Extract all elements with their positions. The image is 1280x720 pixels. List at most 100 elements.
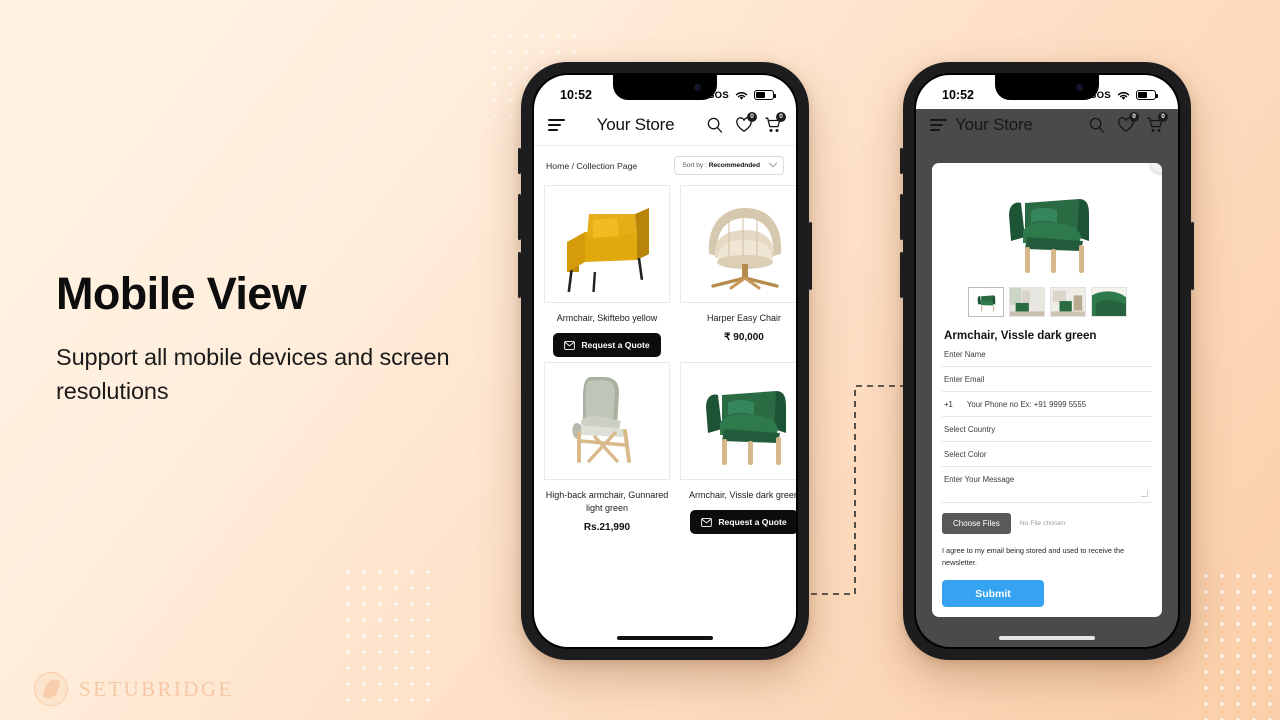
hamburger-icon[interactable] (548, 118, 565, 132)
phone-quote-modal: 10:52 SOS Your Store 0 0 Armchair, Vissl… (900, 62, 1194, 660)
product-card[interactable]: Harper Easy Chair ₹ 90,000 (680, 185, 796, 357)
wishlist-heart-icon[interactable]: 0 (1117, 112, 1139, 134)
dot-grid-bottom-left (338, 562, 438, 710)
wifi-icon (735, 91, 748, 100)
setubridge-watermark: SETUBRIDGE (34, 672, 234, 706)
thumbnail-3[interactable] (1049, 287, 1086, 317)
country-select[interactable]: Select Country (942, 417, 1152, 442)
product-image (544, 185, 670, 303)
file-upload-row: Choose Files No File chosen (942, 513, 1152, 534)
breadcrumb[interactable]: Home / Collection Page (546, 161, 637, 171)
setubridge-wordmark: SETUBRIDGE (79, 676, 234, 701)
country-code: +1 (944, 400, 953, 409)
phone2-screen: 10:52 SOS Your Store 0 0 Armchair, Vissl… (916, 75, 1178, 647)
product-card[interactable]: High-back armchair, Gunnared light green… (544, 362, 670, 534)
setubridge-logo-icon (34, 672, 68, 706)
phone2-app-header: Your Store 0 0 (916, 109, 1178, 145)
modal-product-title: Armchair, Vissle dark green (944, 329, 1097, 342)
phone1-notch (613, 75, 717, 100)
email-field-placeholder: Enter Email (944, 375, 985, 384)
envelope-icon (701, 517, 713, 527)
wishlist-badge: 0 (1129, 112, 1139, 122)
dot-grid-bottom-right (1196, 566, 1280, 720)
request-quote-button[interactable]: Request a Quote (690, 510, 796, 535)
wishlist-badge: 0 (747, 112, 757, 122)
product-price: Rs.21,990 (583, 522, 631, 534)
phone2-volume-up-button[interactable] (900, 194, 903, 240)
phone1-power-button[interactable] (809, 222, 812, 290)
name-field[interactable]: Enter Name (942, 342, 1152, 367)
phone2-clock: 10:52 (942, 88, 974, 102)
hero-copy: Mobile View Support all mobile devices a… (56, 270, 476, 408)
name-field-placeholder: Enter Name (944, 350, 986, 359)
phone1-volume-down-button[interactable] (518, 252, 521, 298)
thumbnail-strip (942, 287, 1152, 317)
phone-field[interactable]: +1 Your Phone no Ex: +91 9999 5555 (942, 392, 1152, 417)
request-quote-label: Request a Quote (718, 517, 787, 528)
file-status-label: No File chosen (1019, 520, 1066, 527)
phone2-volume-down-button[interactable] (900, 252, 903, 298)
phone2-mute-button[interactable] (900, 148, 903, 174)
store-title: Your Store (596, 115, 675, 134)
phone-collection-page: 10:52 SOS Your Store 0 0 Home / Collecti… (518, 62, 812, 660)
search-icon[interactable] (1088, 116, 1106, 134)
message-textarea[interactable]: Enter Your Message (942, 467, 1152, 503)
hamburger-icon[interactable] (930, 118, 947, 132)
product-card[interactable]: Armchair, Skiftebo yellow Request a Quot… (544, 185, 670, 358)
breadcrumb-row: Home / Collection Page Sort by : Recomme… (534, 146, 796, 185)
wishlist-heart-icon[interactable]: 0 (735, 112, 757, 134)
phone1-mute-button[interactable] (518, 148, 521, 174)
product-title: Armchair, Skiftebo yellow (556, 313, 658, 323)
product-title: Armchair, Vissle dark green (689, 490, 796, 501)
product-image (544, 362, 670, 481)
close-icon[interactable]: × (1150, 163, 1162, 173)
country-select-placeholder: Select Country (944, 425, 996, 434)
newsletter-consent-text: I agree to my email being stored and use… (942, 546, 1125, 567)
phone1-volume-up-button[interactable] (518, 194, 521, 240)
email-field[interactable]: Enter Email (942, 367, 1152, 392)
chevron-down-icon (768, 158, 778, 167)
sort-value: Recommednded (708, 162, 760, 169)
message-placeholder: Enter Your Message (944, 475, 1015, 484)
thumbnail-1[interactable] (967, 287, 1004, 317)
phone1-screen: 10:52 SOS Your Store 0 0 Home / Collecti… (534, 75, 796, 647)
product-grid: Armchair, Skiftebo yellow Request a Quot… (534, 185, 796, 535)
phone1-app-header: Your Store 0 0 (534, 109, 796, 146)
color-select-placeholder: Select Color (944, 450, 987, 459)
phone2-home-indicator[interactable] (999, 636, 1095, 640)
page-subtitle: Support all mobile devices and screen re… (56, 344, 450, 404)
modal-hero-image (942, 173, 1152, 279)
page-title: Mobile View (56, 268, 307, 319)
search-icon[interactable] (706, 116, 724, 134)
battery-icon (1136, 90, 1158, 100)
cart-badge: 0 (1158, 112, 1168, 122)
phone-field-placeholder: Your Phone no Ex: +91 9999 5555 (966, 400, 1087, 409)
cart-icon[interactable]: 0 (764, 112, 786, 134)
sort-dropdown[interactable]: Sort by : Recommednded (674, 156, 784, 175)
quote-modal: × (932, 163, 1162, 617)
submit-button[interactable]: Submit (942, 580, 1044, 608)
color-select[interactable]: Select Color (942, 442, 1152, 467)
phone1-home-indicator[interactable] (617, 636, 713, 640)
product-title: Harper Easy Chair (706, 313, 782, 323)
product-card[interactable]: Armchair, Vissle dark green Request a Qu… (680, 362, 796, 535)
phone2-power-button[interactable] (1191, 222, 1194, 290)
sort-label: Sort by : (682, 162, 709, 169)
thumbnail-4[interactable] (1090, 287, 1127, 317)
request-quote-label: Request a Quote (581, 340, 650, 351)
phone1-clock: 10:52 (560, 88, 592, 102)
cart-badge: 0 (776, 112, 786, 122)
product-price: ₹ 90,000 (724, 332, 764, 344)
envelope-icon (564, 340, 576, 350)
cart-icon[interactable]: 0 (1146, 112, 1168, 134)
store-title: Your Store (955, 115, 1033, 134)
request-quote-button[interactable]: Request a Quote (553, 333, 661, 358)
choose-files-button[interactable]: Choose Files (942, 513, 1011, 534)
thumbnail-2[interactable] (1008, 287, 1045, 317)
battery-icon (754, 90, 776, 100)
quote-modal-overlay: × (916, 163, 1178, 647)
product-image (680, 362, 796, 481)
product-title: High-back armchair, Gunnared light green (545, 490, 669, 514)
wifi-icon (1117, 91, 1130, 100)
product-image (680, 185, 796, 303)
